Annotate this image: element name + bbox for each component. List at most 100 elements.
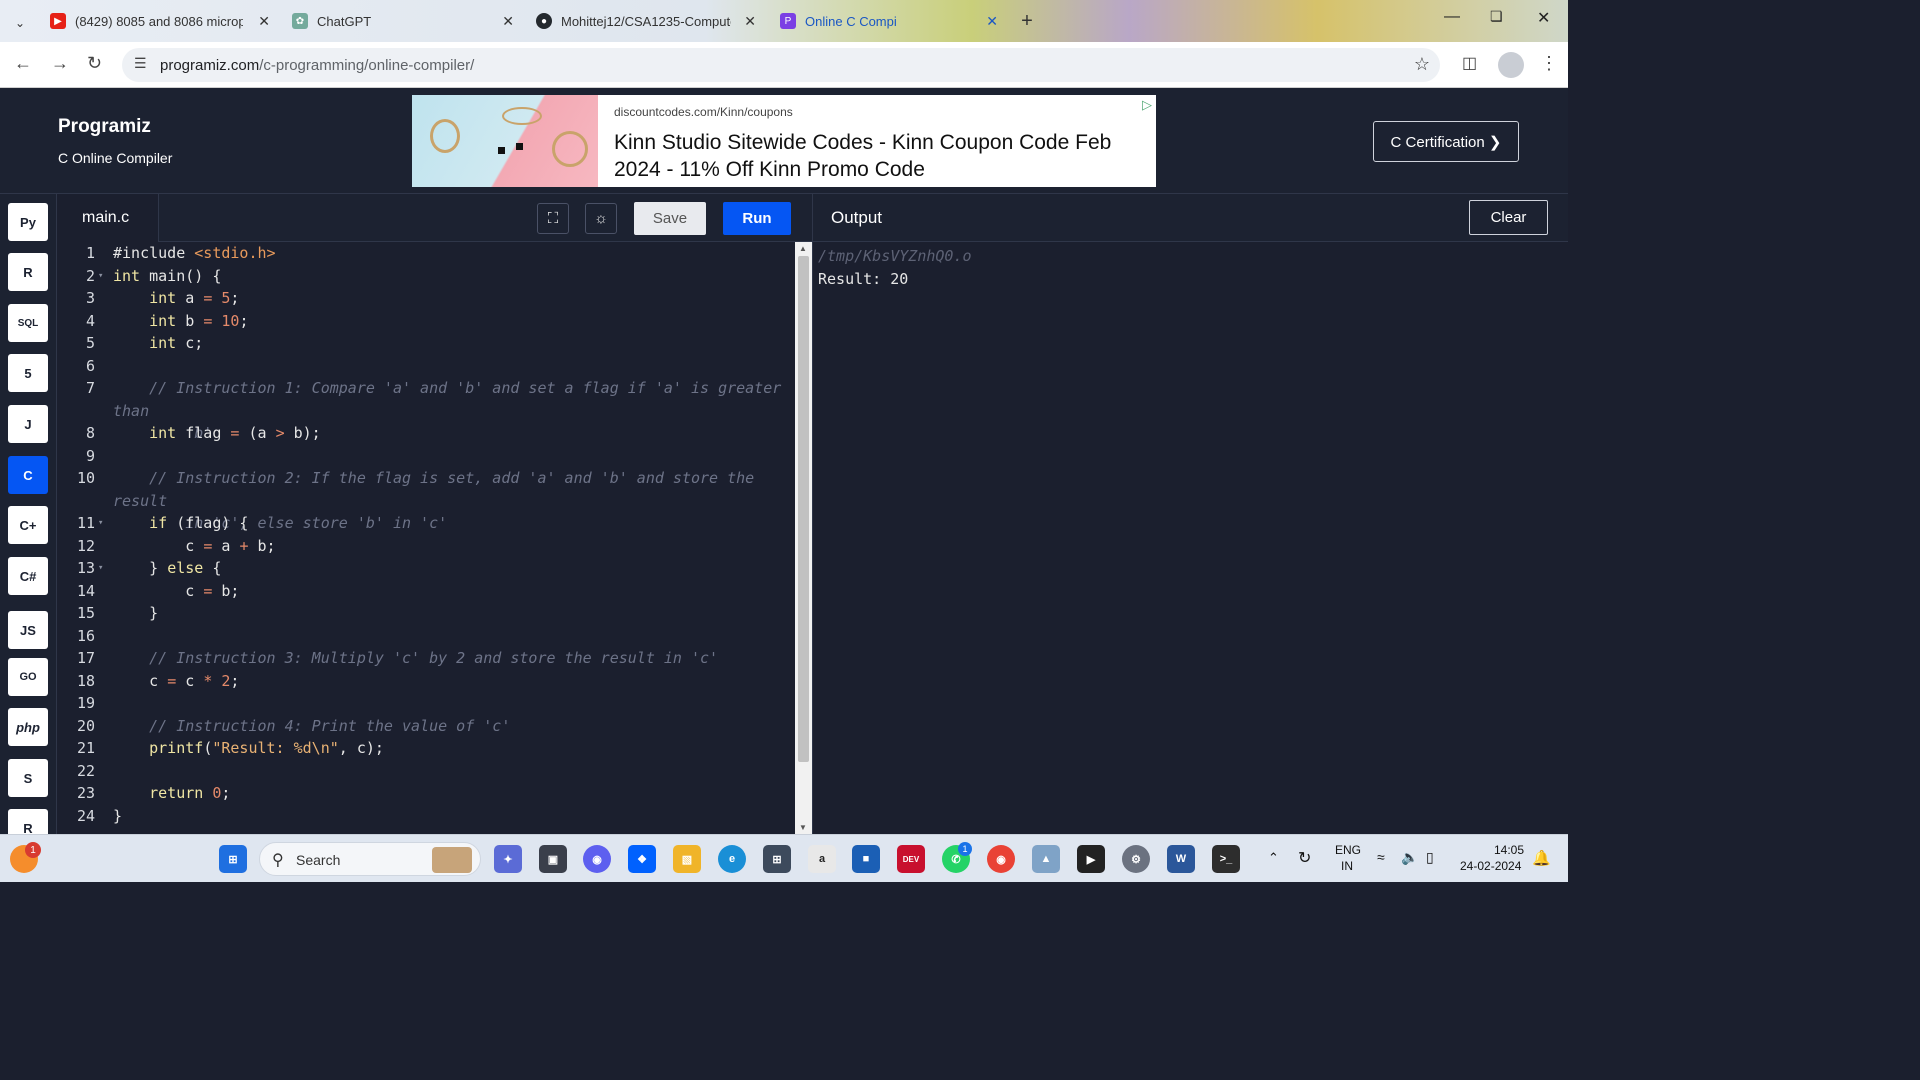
close-icon[interactable]: ✕ <box>502 13 514 30</box>
code-text[interactable]: c = c * 2; <box>113 670 791 693</box>
code-line[interactable]: 10 // Instruction 2: If the flag is set,… <box>57 467 795 532</box>
code-text[interactable]: c = b; <box>113 580 791 603</box>
code-line[interactable]: 21 printf("Result: %d\n", c); <box>57 737 795 760</box>
code-text[interactable]: } else { <box>113 557 791 580</box>
media-player-icon[interactable]: ▶ <box>1077 845 1105 873</box>
code-text[interactable]: #include <stdio.h> <box>113 242 791 265</box>
code-text[interactable]: int flag = (a > b); <box>113 422 791 445</box>
code-text[interactable]: int a = 5; <box>113 287 791 310</box>
task-view-icon[interactable]: ▣ <box>539 845 567 873</box>
word-icon[interactable]: W <box>1167 845 1195 873</box>
close-icon[interactable]: ✕ <box>986 13 998 30</box>
chevron-up-icon[interactable]: ⌃ <box>1268 850 1279 866</box>
certification-button[interactable]: C Certification ❯ <box>1373 121 1519 162</box>
output-console[interactable]: /tmp/KbsVYZnhQ0.o Result: 20 <box>812 242 1568 834</box>
tab-programiz-active[interactable]: P Online C Compi ✕ <box>780 6 998 36</box>
python-icon[interactable]: Py <box>8 203 48 241</box>
code-text[interactable]: } <box>113 602 791 625</box>
code-line[interactable]: 18 c = c * 2; <box>57 670 795 693</box>
sync-icon[interactable]: ↻ <box>1298 848 1311 868</box>
run-button[interactable]: Run <box>723 202 791 235</box>
clear-button[interactable]: Clear <box>1469 200 1548 235</box>
profile-avatar[interactable] <box>1498 52 1524 78</box>
dropbox-icon[interactable]: ❖ <box>628 845 656 873</box>
side-panel-icon[interactable]: ◫ <box>1462 53 1477 73</box>
copilot-icon[interactable]: ✦ <box>494 845 522 873</box>
code-line[interactable]: 3 int a = 5; <box>57 287 795 310</box>
fold-arrow-icon[interactable]: ▾ <box>98 265 103 288</box>
code-lines[interactable]: 1 #include <stdio.h> 2 ▾ int main() {3 int a… <box>57 242 795 827</box>
tab-chatgpt[interactable]: ✿ ChatGPT ✕ <box>292 6 514 36</box>
code-line[interactable]: 7 // Instruction 1: Compare 'a' and 'b' … <box>57 377 795 442</box>
terminal-icon[interactable]: >_ <box>1212 845 1240 873</box>
volume-icon[interactable]: 🔈 <box>1401 849 1418 866</box>
teams-icon[interactable]: ◉ <box>583 845 611 873</box>
programiz-logo[interactable]: Programiz <box>58 116 151 138</box>
battery-icon[interactable]: ▯ <box>1426 849 1434 866</box>
save-button[interactable]: Save <box>634 202 706 235</box>
csharp-icon[interactable]: C# <box>8 557 48 595</box>
rust-icon[interactable]: R <box>8 809 48 834</box>
tab-github[interactable]: ● Mohittej12/CSA1235-Computer ✕ <box>536 6 756 36</box>
fold-arrow-icon[interactable]: ▾ <box>98 557 103 580</box>
code-text[interactable]: // Instruction 4: Print the value of 'c' <box>113 715 791 738</box>
windows-start-icon[interactable]: ⊞ <box>219 845 247 873</box>
clock-date[interactable]: 24-02-2024 <box>1460 859 1521 873</box>
code-line[interactable]: 24} <box>57 805 795 828</box>
code-line[interactable]: 6 <box>57 355 795 378</box>
forward-arrow-icon[interactable]: → <box>51 53 69 74</box>
code-line[interactable]: 13 ▾ } else { <box>57 557 795 580</box>
tab-youtube[interactable]: ▶ (8429) 8085 and 8086 micropro ✕ <box>50 6 270 36</box>
photos-icon[interactable]: ▲ <box>1032 845 1060 873</box>
code-text[interactable]: return 0; <box>113 782 791 805</box>
code-line[interactable]: 22 <box>57 760 795 783</box>
code-line[interactable]: 2 ▾ int main() { <box>57 265 795 288</box>
ad-headline[interactable]: Kinn Studio Sitewide Codes - Kinn Coupon… <box>614 129 1134 183</box>
code-line[interactable]: 11 ▾ if (flag) { <box>57 512 795 535</box>
code-text[interactable]: if (flag) { <box>113 512 791 535</box>
file-explorer-icon[interactable]: ▧ <box>673 845 701 873</box>
menu-kebab-icon[interactable]: ⋮ <box>1540 53 1558 74</box>
code-editor[interactable]: 1 #include <stdio.h> 2 ▾ int main() {3 int a… <box>57 242 795 834</box>
restore-button[interactable]: ❏ <box>1490 8 1503 25</box>
php-icon[interactable]: php <box>8 708 48 746</box>
back-arrow-icon[interactable]: ← <box>14 53 32 74</box>
theme-toggle-icon[interactable]: ☼ <box>585 203 617 234</box>
taskbar-search[interactable]: ⚲ Search <box>259 842 481 876</box>
code-text[interactable]: printf("Result: %d\n", c); <box>113 737 791 760</box>
code-text[interactable]: } <box>113 805 791 828</box>
javascript-icon[interactable]: JS <box>8 611 48 649</box>
url-input[interactable]: ☰ programiz.com/c-programming/online-com… <box>122 48 1440 82</box>
region-indicator[interactable]: IN <box>1341 859 1353 873</box>
scroll-down-icon[interactable]: ▼ <box>799 823 807 832</box>
site-info-icon[interactable]: ☰ <box>134 55 147 72</box>
code-line[interactable]: 20 // Instruction 4: Print the value of … <box>57 715 795 738</box>
close-icon[interactable]: ✕ <box>258 13 270 30</box>
bookmark-star-icon[interactable]: ☆ <box>1414 54 1430 75</box>
close-icon[interactable]: ✕ <box>744 13 756 30</box>
fullscreen-icon[interactable]: ⛶ <box>537 203 569 234</box>
devcpp-icon[interactable]: DEV <box>897 845 925 873</box>
minimize-button[interactable]: — <box>1444 8 1460 26</box>
code-line[interactable]: 16 <box>57 625 795 648</box>
code-line[interactable]: 15 } <box>57 602 795 625</box>
code-text[interactable]: c = a + b; <box>113 535 791 558</box>
window-app-icon[interactable]: ■ <box>852 845 880 873</box>
code-line[interactable]: 5 int c; <box>57 332 795 355</box>
cpp-icon[interactable]: C+ <box>8 506 48 544</box>
ad-banner[interactable]: discountcodes.com/Kinn/coupons Kinn Stud… <box>412 95 1156 187</box>
code-text[interactable]: int main() { <box>113 265 791 288</box>
editor-scrollbar[interactable]: ▲ ▼ <box>795 242 812 834</box>
code-line[interactable]: 23 return 0; <box>57 782 795 805</box>
language-indicator[interactable]: ENG <box>1335 843 1361 857</box>
reload-icon[interactable]: ↻ <box>87 53 102 74</box>
code-line[interactable]: 8 int flag = (a > b); <box>57 422 795 445</box>
ad-choices-icon[interactable]: ▷ <box>1142 97 1152 113</box>
microsoft-store-icon[interactable]: ⊞ <box>763 845 791 873</box>
code-line[interactable]: 19 <box>57 692 795 715</box>
notification-bell-icon[interactable]: 🔔 <box>1532 849 1551 867</box>
code-line[interactable]: 17 // Instruction 3: Multiply 'c' by 2 a… <box>57 647 795 670</box>
code-line[interactable]: 12 c = a + b; <box>57 535 795 558</box>
code-text[interactable]: int c; <box>113 332 791 355</box>
code-text[interactable]: int b = 10; <box>113 310 791 333</box>
